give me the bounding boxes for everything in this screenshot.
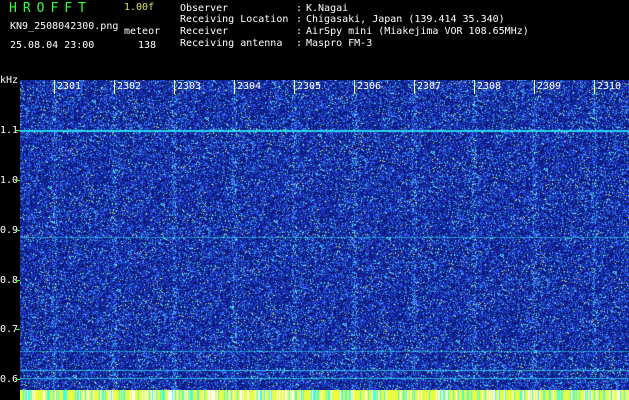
- receiver-colon: :: [296, 26, 303, 37]
- x-tick-label: 2309: [537, 81, 562, 92]
- x-tick-label: 2308: [477, 81, 502, 92]
- observer-label: Observer: [180, 3, 229, 14]
- x-tick-mark: [54, 80, 55, 94]
- bottom-signal-band: [20, 390, 629, 400]
- observer-colon: :: [296, 3, 303, 14]
- x-tick-mark: [114, 80, 115, 94]
- x-tick-label: 2305: [297, 81, 322, 92]
- x-tick-label: 2303: [177, 81, 202, 92]
- x-tick-mark: [534, 80, 535, 94]
- receiver-value: AirSpy mini (Miakejima VOR 108.65MHz): [306, 26, 529, 37]
- meteor-count: 138: [138, 40, 157, 51]
- x-tick-mark: [354, 80, 355, 94]
- x-tick-label: 2306: [357, 81, 382, 92]
- x-tick-mark: [594, 80, 595, 94]
- y-axis-unit: kHz: [0, 75, 19, 86]
- x-tick-label: 2302: [117, 81, 142, 92]
- location-value: Chigasaki, Japan (139.414 35.340): [306, 14, 505, 25]
- x-tick-mark: [294, 80, 295, 94]
- x-tick-label: 2304: [237, 81, 262, 92]
- x-tick-mark: [414, 80, 415, 94]
- observer-value: K.Nagai: [306, 3, 349, 14]
- location-colon: :: [296, 14, 303, 25]
- receiver-label: Receiver: [180, 26, 229, 37]
- antenna-label: Receiving antenna: [180, 38, 283, 49]
- x-tick-mark: [474, 80, 475, 94]
- spectrogram-canvas: [20, 80, 629, 400]
- x-tick-mark: [174, 80, 175, 94]
- header-panel: HROFFT 1.00f KN9_2508042300.png meteor 2…: [0, 0, 629, 74]
- x-tick-mark: [234, 80, 235, 94]
- datetime-label: 25.08.04 23:00: [10, 40, 95, 51]
- location-label: Receiving Location: [180, 14, 289, 25]
- app-logo: HROFFT: [9, 1, 92, 16]
- version-label: 1.00f: [124, 2, 155, 13]
- x-tick-label: 2301: [57, 81, 82, 92]
- file-name: KN9_2508042300.png: [10, 21, 119, 32]
- spectrogram-plot: [20, 80, 629, 400]
- antenna-value: Maspro FM-3: [306, 38, 373, 49]
- x-tick-label: 2307: [417, 81, 442, 92]
- x-tick-label: 2310: [597, 81, 622, 92]
- antenna-colon: :: [296, 38, 303, 49]
- mode-label: meteor: [124, 26, 161, 37]
